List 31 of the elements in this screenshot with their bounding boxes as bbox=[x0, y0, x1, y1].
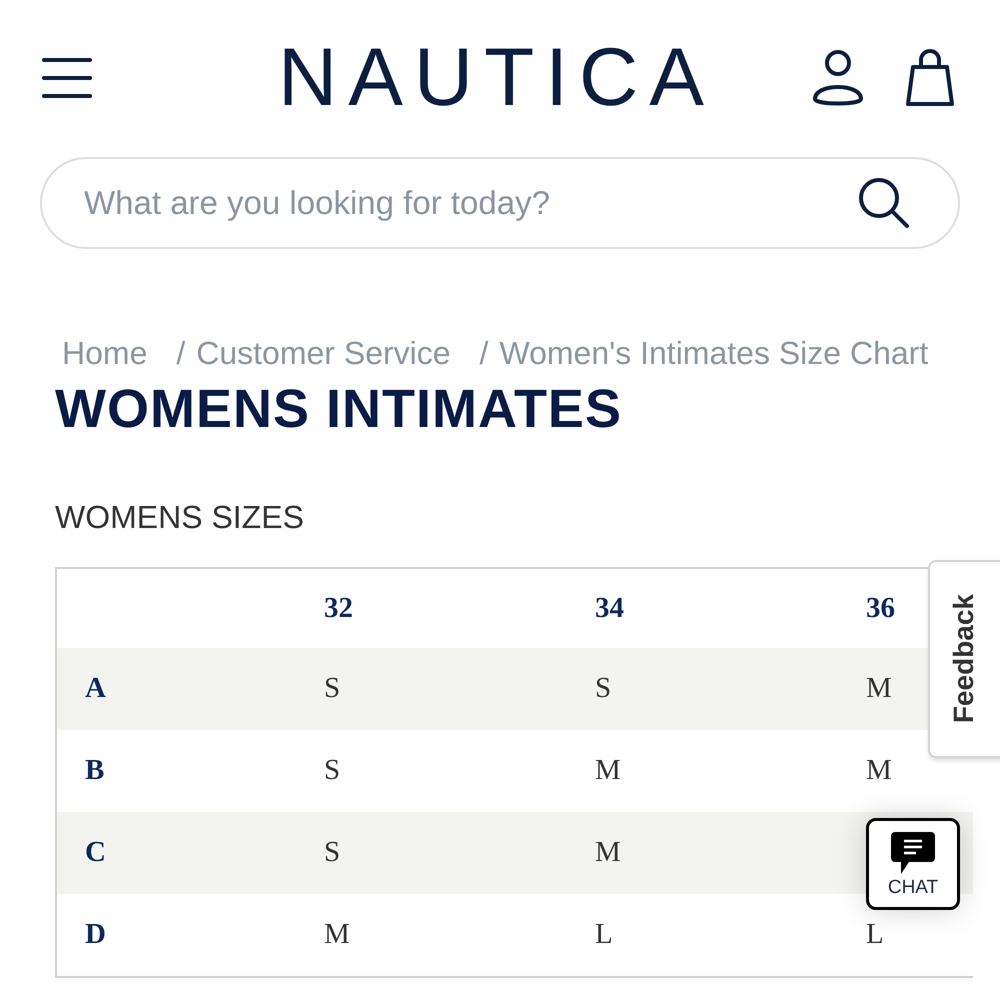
section-title: WOMENS SIZES bbox=[55, 499, 304, 535]
table-cell: L bbox=[595, 918, 613, 950]
table-cell: S bbox=[324, 836, 340, 868]
chat-bubble-icon bbox=[891, 832, 935, 874]
nautica-logo[interactable]: NAUTICA bbox=[278, 36, 715, 118]
table-cell: S bbox=[324, 754, 340, 786]
table-cell: M bbox=[324, 918, 350, 950]
row-header: A bbox=[85, 672, 106, 704]
table-cell: S bbox=[324, 672, 340, 704]
search-icon[interactable] bbox=[858, 177, 910, 229]
menu-icon[interactable] bbox=[42, 56, 92, 98]
table-cell: L bbox=[866, 918, 884, 950]
shopping-bag-icon[interactable] bbox=[905, 48, 955, 106]
feedback-tab[interactable]: Feedback bbox=[928, 560, 1000, 758]
column-header: 34 bbox=[595, 592, 624, 624]
account-icon[interactable] bbox=[811, 48, 865, 106]
row-header: D bbox=[85, 918, 106, 950]
table-cell: S bbox=[595, 672, 612, 704]
column-header: 36 bbox=[866, 592, 895, 624]
breadcrumb-separator: / bbox=[480, 335, 488, 371]
chat-button[interactable]: CHAT bbox=[866, 818, 960, 910]
breadcrumb-separator: / bbox=[176, 335, 186, 371]
table-cell: M bbox=[866, 672, 892, 704]
search-field[interactable]: What are you looking for today? bbox=[40, 157, 960, 249]
page-title: WOMENS INTIMATES bbox=[55, 381, 622, 437]
row-header: B bbox=[85, 754, 104, 786]
table-cell: M bbox=[595, 836, 621, 868]
table-cell: M bbox=[595, 754, 621, 786]
column-header: 32 bbox=[324, 592, 353, 624]
table-cell: M bbox=[866, 754, 892, 786]
row-header: C bbox=[85, 836, 106, 868]
